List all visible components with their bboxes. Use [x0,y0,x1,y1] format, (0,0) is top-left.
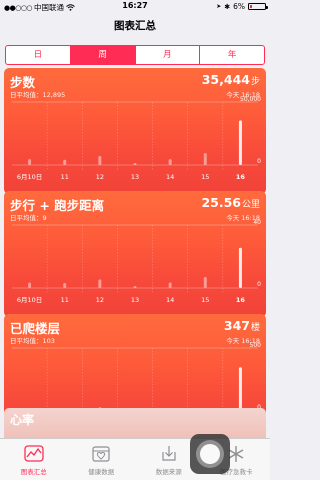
card-value: 347楼 [224,318,260,333]
card-average: 日平均值：12,895 [10,91,66,99]
chart-bar [63,159,67,165]
card-average: 日平均值：9 [10,214,47,222]
chart-bar [133,286,137,288]
y-tick-zero: 0 [257,281,261,288]
value-unit: 楼 [250,323,260,333]
chart-bar [98,155,102,165]
heart-rate-card[interactable]: 心率 [4,408,266,438]
location-icon: ➤ [216,3,222,10]
battery-percent: 6% [233,2,245,11]
segment-day[interactable]: 日 [6,46,71,64]
chart-bar [133,162,137,165]
card-value: 35,444步 [202,72,260,87]
bluetooth-icon: ✱ [224,2,231,11]
y-tick-zero: 0 [257,158,261,165]
distance-card[interactable]: 40 0 6月10日 11 12 13 14 15 16 步行 + 跑步距离 日平均值：9 25… [4,191,266,317]
tab-label: 数据来源 [155,468,182,476]
x-tick-label: 15 [201,173,209,181]
x-tick-label: 12 [96,296,104,304]
segment-week[interactable]: 周 [70,46,136,64]
card-time: 今天 16:18 [226,337,260,345]
period-segmented-control: 日 周 月 年 [5,45,265,65]
tab-dashboard[interactable]: 图表汇总 [0,439,68,480]
chart-bar [28,282,32,288]
chart-bar [63,282,67,288]
battery-icon [248,3,268,10]
value-unit: 步 [250,77,260,87]
chart-bar [238,367,242,411]
status-right: ➤ ✱ 6% [216,2,268,11]
x-tick-label: 14 [166,296,174,304]
value-unit: 公里 [241,200,260,210]
x-tick-label: 14 [166,173,174,181]
tab-label: 健康数据 [88,468,115,476]
card-time: 今天 16:18 [226,214,260,222]
value-number: 35,444 [201,72,250,87]
status-bar: ●●○○○ 中国联通 16:27 ➤ ✱ 6% [0,0,270,14]
x-tick-label: 12 [96,173,104,181]
tab-health-data[interactable]: 健康数据 [68,439,136,480]
segment-month[interactable]: 月 [136,46,201,64]
value-number: 25.56 [201,195,241,210]
steps-card[interactable]: 50,000 0 6月10日 11 12 13 14 15 16 步数 日平均值：12,895 … [4,68,266,194]
value-number: 347 [223,318,250,333]
chart-bar [203,153,207,165]
chart-bar [203,276,207,288]
x-tick-label: 11 [61,173,69,181]
chart-bar [168,282,172,288]
chart-bar [238,120,242,165]
x-tick-label: 11 [61,296,69,304]
chart-bar [98,279,102,288]
chart-icon [24,445,44,462]
sources-icon [162,446,176,461]
tab-label: 图表汇总 [20,468,47,476]
card-value: 25.56公里 [201,195,260,210]
page-title: 图表汇总 [114,20,156,32]
card-title: 心率 [10,413,35,427]
x-tick-label: 6月10日 [17,173,42,181]
x-tick-label: 16 [236,296,246,304]
x-tick-label: 13 [131,296,139,304]
card-time: 今天 16:18 [226,91,260,99]
health-data-icon [92,446,110,462]
chart-bar [28,159,32,165]
x-tick-label: 13 [131,173,139,181]
card-average: 日平均值：103 [10,337,55,345]
segment-year[interactable]: 年 [200,46,264,64]
x-tick-label: 6月10日 [17,296,42,304]
chart-bar [238,247,242,288]
chart-bar [168,159,172,165]
assistive-touch-button[interactable] [190,434,230,474]
x-tick-label: 16 [236,173,246,181]
x-tick-label: 15 [201,296,209,304]
